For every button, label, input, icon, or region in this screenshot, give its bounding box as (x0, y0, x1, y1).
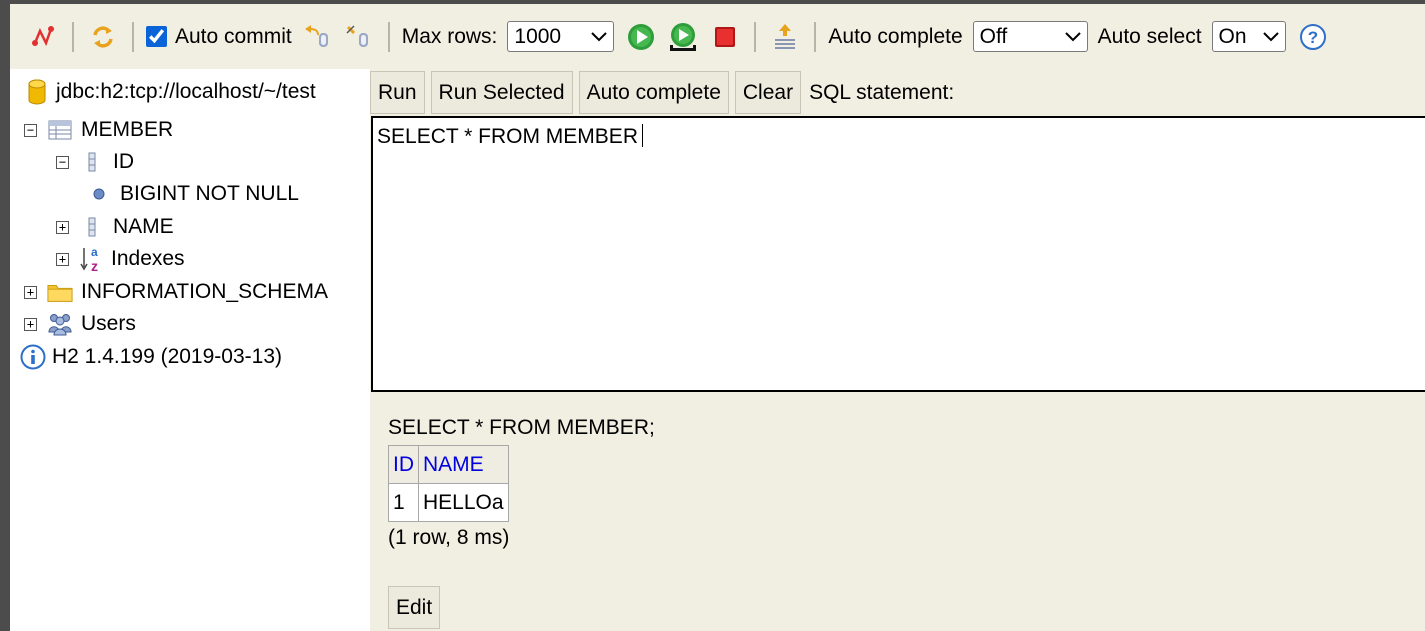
tree-item-users[interactable]: + Users (24, 309, 136, 339)
collapse-toggle[interactable]: − (56, 155, 69, 169)
clear-button[interactable]: Clear (734, 71, 802, 114)
column-header-id[interactable]: ID (388, 445, 419, 484)
folder-icon (47, 279, 73, 305)
connection-url: jdbc:h2:tcp://localhost/~/test (56, 80, 316, 103)
table-name: MEMBER (81, 118, 174, 141)
collapse-toggle[interactable]: − (24, 123, 37, 137)
run-selected-icon[interactable] (667, 21, 699, 53)
table-cell: 1 (388, 483, 419, 522)
tree-item-column-id[interactable]: − ID (56, 147, 134, 177)
history-icon[interactable] (769, 21, 801, 53)
table-cell: HELLOa (418, 483, 509, 522)
table-row: 1 HELLOa (388, 483, 509, 522)
toolbar: Auto commit Max rows: 1000 Auto complete (10, 4, 1425, 69)
expand-toggle[interactable]: + (56, 220, 69, 234)
max-rows-label: Max rows: (401, 24, 498, 48)
auto-select-value: On (1218, 24, 1247, 48)
commit-icon[interactable] (343, 21, 375, 53)
sql-editor[interactable]: SELECT * FROM MEMBER (371, 116, 1425, 392)
auto-complete-select[interactable]: Off (972, 21, 1088, 52)
stop-icon[interactable] (709, 21, 741, 53)
auto-commit-checkbox[interactable] (146, 26, 167, 47)
sql-statement-label: SQL statement: (809, 80, 955, 104)
max-rows-select[interactable]: 1000 (507, 21, 615, 52)
toolbar-separator (814, 21, 817, 52)
text-caret (641, 124, 643, 147)
query-buttons: Run Run Selected Auto complete Clear SQL… (370, 69, 954, 116)
help-icon[interactable]: ? (1297, 21, 1329, 53)
table-icon (47, 117, 73, 143)
tree-version: H2 1.4.199 (2019-03-13) (20, 342, 282, 372)
indexes-label: Indexes (111, 247, 185, 270)
expand-toggle[interactable]: + (56, 252, 69, 266)
auto-select-label: Auto select (1097, 24, 1202, 48)
column-icon (79, 214, 105, 240)
database-icon (24, 79, 50, 105)
window-left-edge (0, 0, 10, 631)
svg-text:z: z (91, 258, 98, 273)
column-icon (79, 149, 105, 175)
column-name-name: NAME (113, 215, 174, 238)
auto-select-select[interactable]: On (1211, 21, 1286, 52)
sort-az-icon: az (79, 245, 105, 273)
toolbar-separator (754, 21, 757, 52)
toolbar-separator (387, 21, 390, 52)
run-icon[interactable] (625, 21, 657, 53)
column-header-name[interactable]: NAME (418, 445, 509, 484)
auto-complete-button[interactable]: Auto complete (578, 71, 729, 114)
sql-editor-text: SELECT * FROM MEMBER (377, 125, 638, 148)
users-icon (47, 311, 73, 337)
chevron-down-icon (591, 31, 608, 42)
run-selected-button[interactable]: Run Selected (430, 71, 573, 114)
type-dot-icon (86, 181, 112, 207)
tree-item-column-type: BIGINT NOT NULL (86, 179, 299, 209)
auto-complete-label: Auto complete (828, 24, 963, 48)
result-table: ID NAME 1 HELLOa (388, 445, 509, 522)
edit-button[interactable]: Edit (388, 586, 441, 629)
toolbar-separator (72, 21, 74, 52)
tree-item-column-name[interactable]: + NAME (56, 212, 174, 242)
column-id-type: BIGINT NOT NULL (120, 182, 299, 205)
tree-item-indexes[interactable]: + az Indexes (56, 244, 185, 274)
help-icon-glyph: ? (1307, 28, 1317, 47)
auto-complete-value: Off (979, 24, 1008, 48)
column-id-name: ID (113, 150, 134, 173)
tree-item-member[interactable]: − MEMBER (24, 115, 173, 145)
tree-item-information-schema[interactable]: + INFORMATION_SCHEMA (24, 277, 328, 307)
info-icon (20, 344, 46, 370)
result-header-row: ID NAME (388, 445, 509, 484)
chevron-down-icon (1064, 31, 1081, 42)
result-area: SELECT * FROM MEMBER; ID NAME 1 HELLOa (… (388, 416, 655, 550)
tree-connection[interactable]: jdbc:h2:tcp://localhost/~/test (24, 77, 316, 107)
svg-text:a: a (91, 245, 98, 259)
result-statement: SELECT * FROM MEMBER; (388, 416, 655, 439)
users-label: Users (81, 312, 136, 335)
expand-toggle[interactable]: + (24, 317, 37, 331)
schema-name: INFORMATION_SCHEMA (81, 280, 328, 303)
version-text: H2 1.4.199 (2019-03-13) (52, 345, 282, 368)
run-button[interactable]: Run (370, 71, 425, 114)
refresh-icon[interactable] (87, 21, 119, 53)
chevron-down-icon (1262, 31, 1279, 42)
result-meta: (1 row, 8 ms) (388, 526, 510, 549)
max-rows-value: 1000 (514, 24, 562, 48)
expand-toggle[interactable]: + (24, 285, 37, 299)
h2-console: Auto commit Max rows: 1000 Auto complete (10, 4, 1425, 631)
rollback-icon[interactable] (301, 21, 333, 53)
toolbar-separator (132, 21, 134, 52)
query-pane: Run Run Selected Auto complete Clear SQL… (370, 69, 1425, 631)
auto-commit-label: Auto commit (175, 24, 292, 48)
disconnect-icon[interactable] (27, 21, 59, 53)
schema-tree: jdbc:h2:tcp://localhost/~/test − MEMBER … (10, 69, 370, 631)
